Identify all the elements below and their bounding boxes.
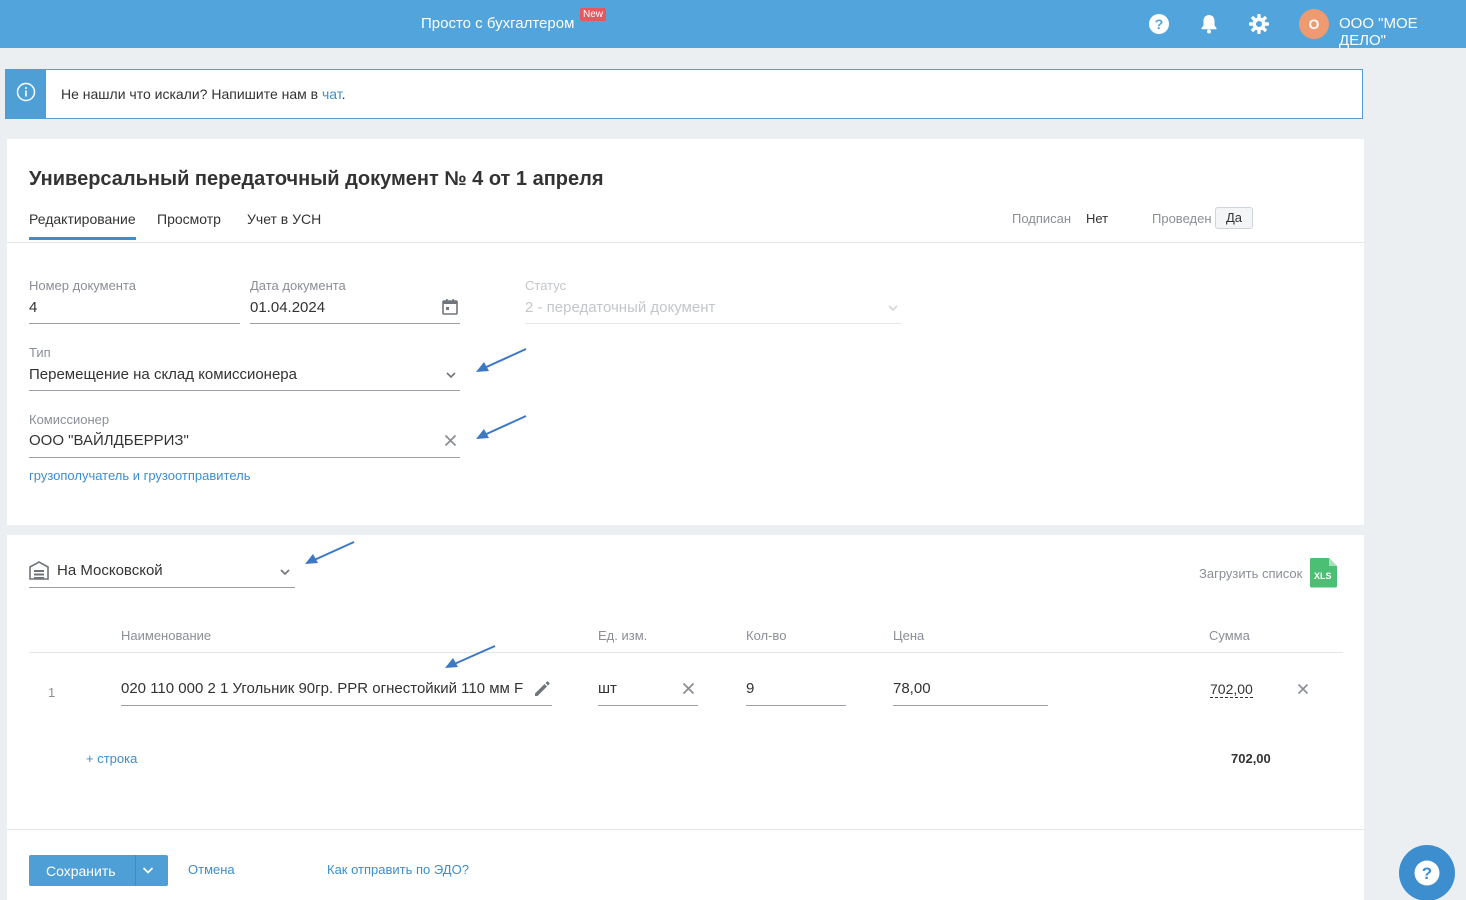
- svg-text:?: ?: [1422, 864, 1432, 883]
- status-label: Статус: [525, 278, 567, 293]
- help-icon: ?: [1414, 860, 1440, 886]
- chevron-down-icon: [887, 301, 899, 318]
- items-total: 702,00: [1231, 751, 1271, 766]
- annotation-arrow-icon: [476, 415, 527, 439]
- warehouse-icon: [29, 560, 49, 584]
- number-field[interactable]: 4: [29, 299, 240, 324]
- annotation-arrow-icon: [476, 348, 527, 372]
- type-select[interactable]: Перемещение на склад комиссионера: [29, 366, 460, 391]
- org-name[interactable]: ООО "МОЕ ДЕЛО": [1339, 15, 1466, 49]
- status-select: 2 - передаточный документ: [525, 299, 902, 324]
- avatar[interactable]: О: [1299, 9, 1329, 39]
- col-unit-header: Ед. изм.: [598, 628, 648, 643]
- bell-icon[interactable]: [1197, 12, 1221, 36]
- tab-preview[interactable]: Просмотр: [157, 211, 221, 227]
- new-badge: New: [580, 8, 607, 21]
- items-card: На Московской Загрузить список XLS Наиме…: [7, 535, 1364, 900]
- upload-list-button[interactable]: Загрузить список: [1199, 566, 1302, 581]
- chat-link[interactable]: чат: [322, 86, 342, 102]
- date-label: Дата документа: [250, 278, 346, 293]
- save-button[interactable]: Сохранить: [29, 855, 168, 886]
- tabs-divider: [7, 242, 1364, 243]
- number-label: Номер документа: [29, 278, 137, 293]
- footer-divider: [7, 829, 1364, 830]
- type-label: Тип: [29, 345, 51, 360]
- agent-label: Комиссионер: [29, 412, 110, 427]
- clear-icon[interactable]: [444, 434, 457, 451]
- chevron-down-icon: [279, 565, 291, 582]
- top-bar: Просто с бухгалтером New ? О ООО "МОЕ ДЕ…: [0, 0, 1466, 49]
- chevron-down-icon: [445, 368, 457, 385]
- table-header-divider: [29, 652, 1343, 653]
- delete-row-icon[interactable]: [1297, 682, 1309, 700]
- signed-value[interactable]: Нет: [1086, 211, 1108, 226]
- annotation-arrow-icon: [305, 541, 355, 564]
- info-icon: [16, 82, 36, 102]
- posted-toggle[interactable]: Да: [1215, 207, 1253, 229]
- item-sum[interactable]: 702,00: [1210, 681, 1253, 698]
- col-price-header: Цена: [893, 628, 925, 643]
- signed-label: Подписан: [1012, 211, 1072, 226]
- promo-link[interactable]: Просто с бухгалтером: [421, 15, 574, 32]
- edo-help-link[interactable]: Как отправить по ЭДО?: [327, 862, 469, 877]
- help-icon[interactable]: ?: [1147, 12, 1171, 36]
- col-qty-header: Кол-во: [746, 628, 787, 643]
- calendar-icon[interactable]: [441, 298, 459, 320]
- consignee-link[interactable]: грузополучатель и грузоотправитель: [29, 468, 251, 483]
- page-title: Универсальный передаточный документ № 4 …: [29, 168, 604, 190]
- col-name-header: Наименование: [121, 628, 212, 643]
- pencil-icon[interactable]: [532, 679, 552, 703]
- chevron-down-icon[interactable]: [141, 863, 155, 880]
- date-field[interactable]: 01.04.2024: [250, 299, 460, 324]
- item-price-field[interactable]: 78,00: [893, 680, 1048, 706]
- tab-edit[interactable]: Редактирование: [29, 211, 136, 240]
- item-unit-field[interactable]: шт: [598, 680, 698, 706]
- tab-usn[interactable]: Учет в УСН: [247, 211, 321, 227]
- posted-label: Проведен: [1152, 211, 1212, 226]
- annotation-arrow-icon: [445, 645, 496, 668]
- item-qty-field[interactable]: 9: [746, 680, 846, 706]
- banner-text: Не нашли что искали? Напишите нам в чат.: [61, 86, 346, 102]
- col-sum-header: Сумма: [1209, 628, 1250, 643]
- warehouse-select[interactable]: На Московской: [29, 558, 295, 588]
- agent-field[interactable]: ООО "ВАЙЛДБЕРРИЗ": [29, 432, 460, 458]
- clear-icon[interactable]: [682, 682, 695, 699]
- row-number: 1: [48, 685, 56, 700]
- svg-text:?: ?: [1155, 16, 1164, 32]
- gear-icon[interactable]: [1247, 12, 1271, 36]
- banner-icon-area: [6, 70, 46, 118]
- add-row-button[interactable]: + строка: [86, 751, 137, 766]
- cancel-button[interactable]: Отмена: [188, 862, 235, 877]
- help-chat-button[interactable]: ?: [1399, 845, 1455, 900]
- document-card: Универсальный передаточный документ № 4 …: [7, 139, 1364, 525]
- item-name-field[interactable]: 020 110 000 2 1 Угольник 90гр. PPR огнес…: [121, 680, 552, 706]
- xls-file-icon[interactable]: XLS: [1309, 557, 1338, 588]
- info-banner: Не нашли что искали? Напишите нам в чат.: [5, 69, 1363, 119]
